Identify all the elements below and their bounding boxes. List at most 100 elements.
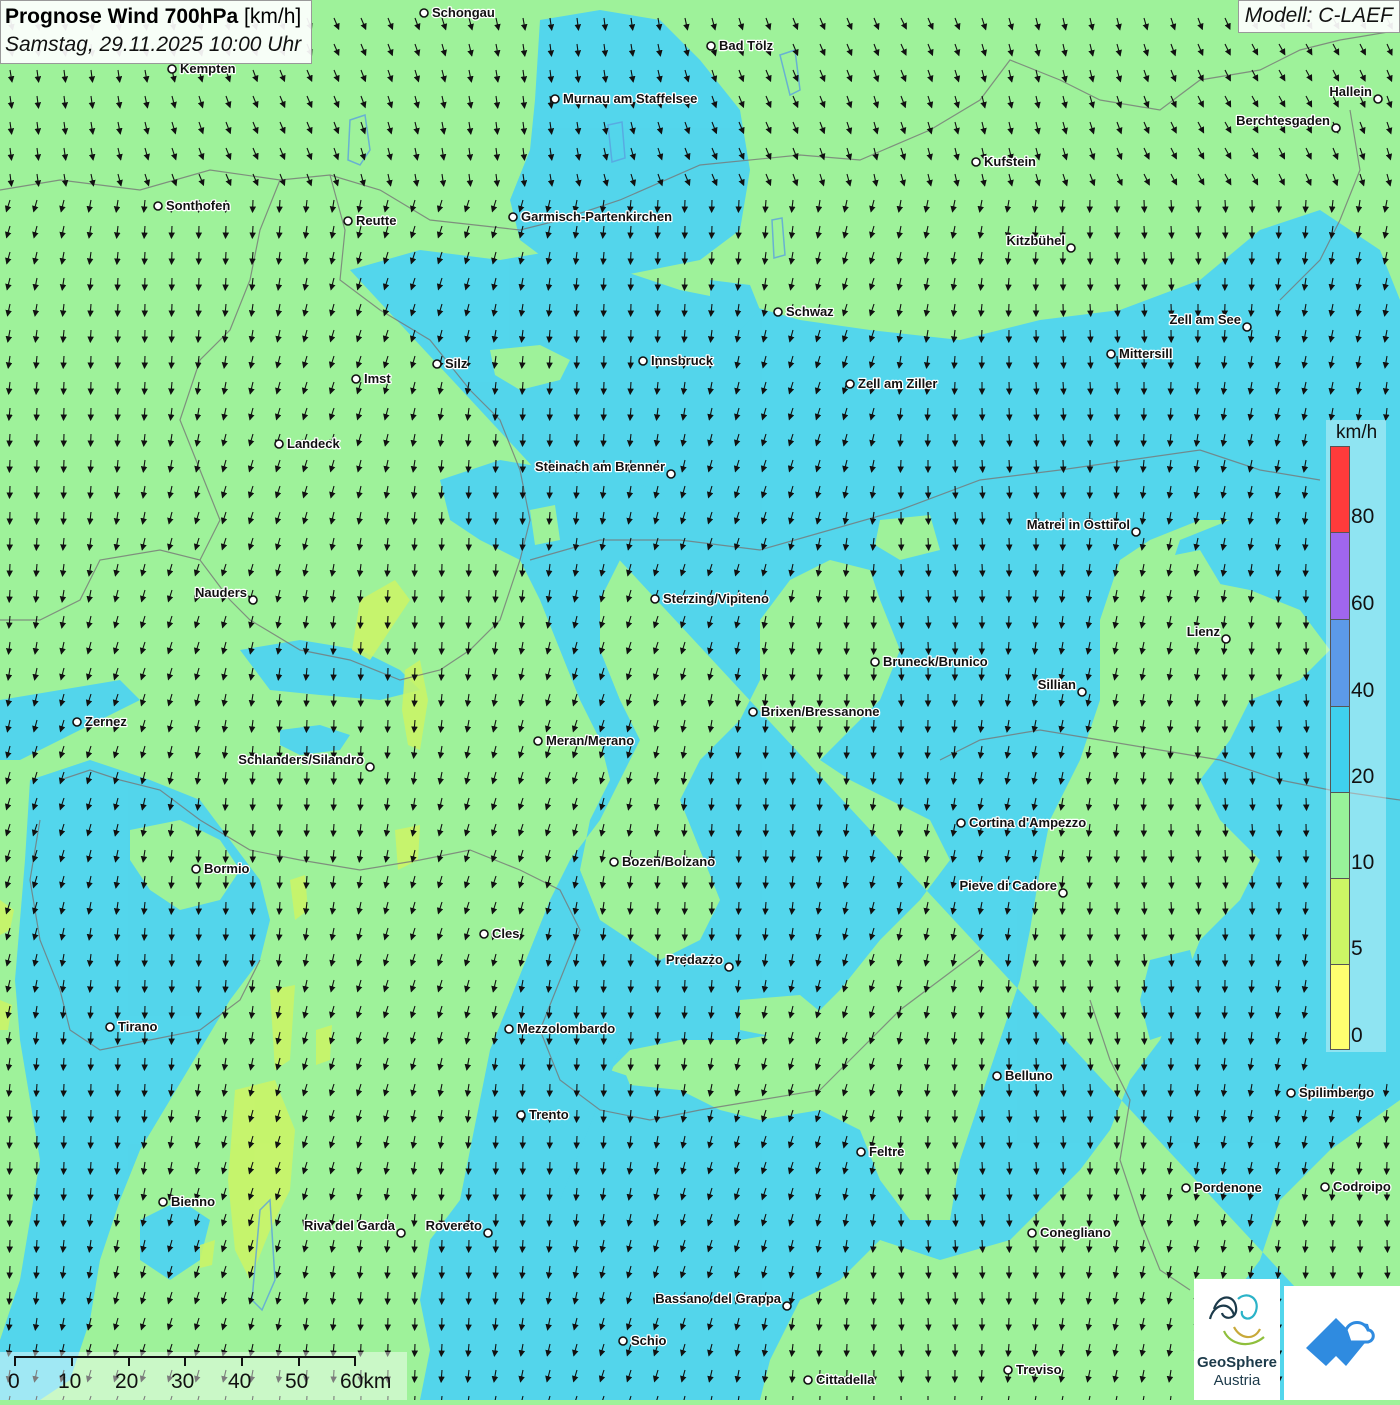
wind-arrow [145,980,146,992]
wind-arrow [199,902,200,914]
wind-arrow [955,1162,956,1174]
wind-arrow [1143,798,1144,810]
wind-arrow [63,382,64,394]
city-marker: Garmisch-Partenkirchen [509,209,672,224]
scale-tick [14,1356,16,1366]
wind-arrow [766,772,767,784]
wind-arrow [441,642,442,654]
scale-tick [184,1356,186,1366]
wind-arrow [739,876,740,888]
city-label: Belluno [1005,1068,1053,1083]
wind-arrow [928,1318,929,1330]
wind-arrow [9,564,10,576]
city-label: Brixen/Bressanone [761,704,880,719]
legend-swatch [1330,706,1350,792]
wind-arrow [63,1084,64,1096]
city-dot [1078,688,1086,696]
wind-arrow [1252,876,1253,888]
wind-arrow [1063,460,1064,472]
wind-arrow [63,1188,64,1200]
wind-arrow [226,226,227,238]
wind-arrow [172,1006,173,1018]
wind-arrow [171,928,172,940]
wind-arrow [144,1058,145,1070]
wind-arrow [1036,356,1037,368]
wind-arrow [1198,850,1199,862]
city-dot [993,1072,1001,1080]
city-dot [505,1025,513,1033]
wind-arrow [442,616,443,628]
legend-tick-label: 10 [1351,851,1374,875]
wind-arrow [198,876,199,888]
wind-arrow [118,1084,119,1096]
city-label: Mittersill [1119,346,1172,361]
wind-arrow [928,512,929,524]
wind-arrow [1090,1006,1091,1018]
wind-arrow [1306,772,1307,784]
wind-arrow [1198,954,1199,966]
city-dot [551,95,559,103]
wind-arrow [1306,694,1307,706]
wind-arrow [468,1292,469,1304]
city-dot [433,360,441,368]
wind-arrow [441,1344,442,1356]
city-label: Reutte [356,213,396,228]
wind-arrow [819,668,820,680]
wind-arrow [64,460,65,472]
wind-arrow [711,824,712,836]
wind-arrow [172,304,173,316]
wind-arrow [1009,616,1010,628]
wind-arrow [792,720,793,732]
wind-arrow [1171,772,1172,784]
city-dot [73,718,81,726]
city-dot [1287,1089,1295,1097]
city-label: Zell am See [1169,312,1241,327]
wind-arrow [91,356,92,368]
wind-arrow [711,252,712,264]
city-label: Nauders [195,585,247,600]
wind-arrow [1117,850,1118,862]
wind-arrow [1144,226,1145,238]
city-dot [1182,1184,1190,1192]
wind-arrow [576,434,577,446]
wind-arrow [90,330,91,342]
scale-tick [128,1356,130,1366]
wind-arrow [1008,304,1009,316]
wind-arrow [1036,1188,1037,1200]
wind-arrow [199,278,200,290]
wind-arrow [415,590,416,602]
wind-arrow [712,928,713,940]
wind-arrow [144,252,145,264]
wind-arrow [90,460,91,472]
city-dot [619,1337,627,1345]
city-label: Murnau am Staffelsee [563,91,697,106]
wind-arrow [442,1318,443,1330]
city-dot [639,357,647,365]
wind-arrow [1144,928,1145,940]
wind-arrow [36,408,37,420]
city-label: Cles [492,926,519,941]
wind-arrow [495,564,496,576]
city-dot [749,708,757,716]
wind-arrow [1197,356,1198,368]
wind-arrow [171,226,172,238]
legend-swatch [1330,532,1350,619]
wind-arrow [145,356,146,368]
wind-arrow [1117,928,1118,940]
city-label: Garmisch-Partenkirchen [521,209,672,224]
city-label: Conegliano [1040,1225,1111,1240]
wind-arrow [37,434,38,446]
city-dot [804,1376,812,1384]
wind-arrow [1252,850,1253,862]
city-label: Mezzolombardo [517,1021,615,1036]
wind-arrow [198,304,199,316]
wind-arrow [1036,1162,1037,1174]
wind-arrow [549,486,550,498]
city-dot [159,1198,167,1206]
wind-arrow [1305,200,1306,212]
city-label: Kufstein [984,154,1036,169]
wind-arrow [820,1396,821,1400]
wind-arrow [414,1266,415,1278]
wind-arrow [1009,1214,1010,1226]
wind-arrow [10,486,11,498]
